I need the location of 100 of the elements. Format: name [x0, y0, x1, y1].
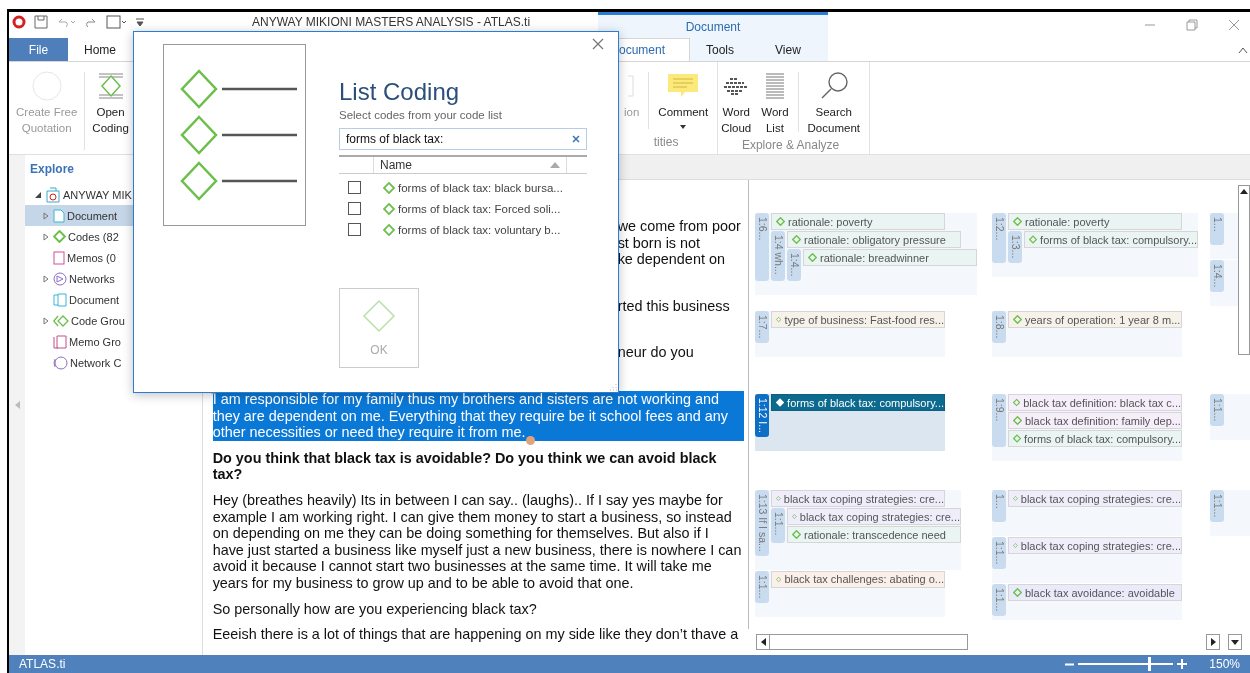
selection-handle[interactable] [525, 435, 535, 445]
code-chip[interactable]: black tax definition: black tax c... [1008, 394, 1182, 411]
code-name[interactable]: forms of black tax: black bursa... [398, 181, 563, 194]
quote-icon [30, 70, 63, 102]
zoom-in-icon[interactable] [1177, 659, 1188, 669]
tree-item-label[interactable]: Networks [69, 272, 115, 285]
code-chip[interactable]: rationale: poverty [1008, 213, 1182, 230]
code-chip[interactable]: forms of black tax: compulsory... [1024, 231, 1198, 248]
close-icon[interactable] [1228, 19, 1240, 31]
code-chip[interactable]: black tax coping strategies: cre... [771, 490, 945, 507]
ribbon-tab[interactable]: View [759, 38, 828, 61]
dialog-subtitle: Select codes from your code list [339, 109, 503, 121]
customize-icon[interactable] [136, 17, 144, 27]
sort-ascending-icon[interactable] [550, 162, 560, 168]
word-cloud-button[interactable]: Word Cloud [718, 68, 755, 136]
comment-button[interactable]: Comment [655, 68, 712, 133]
tree-item-label[interactable]: Code Grou [71, 314, 125, 327]
scroll-down-button[interactable] [1228, 634, 1242, 650]
diamond-icon [362, 299, 396, 333]
code-chip[interactable]: rationale: poverty [771, 213, 945, 230]
tree-item-label[interactable]: ANYWAY MIK [63, 188, 132, 201]
code-icon [383, 181, 395, 194]
ribbon-tab[interactable]: File [9, 38, 68, 61]
memo-group-icon [53, 334, 67, 349]
code-chip[interactable]: black tax avoidance: avoidable [1008, 584, 1182, 601]
collapsed-caret-icon[interactable] [42, 274, 50, 283]
ribbon-group-label: Explore & Analyze [740, 137, 841, 154]
open-coding-button[interactable]: Open Coding [89, 68, 132, 154]
code-group-icon [53, 314, 69, 327]
expanded-caret-icon[interactable] [34, 190, 42, 199]
answer-text: Eeeish there is a lot of things that are happening on my side like they don’t thave a [212, 626, 739, 643]
answer-text: Hey (breathes heavily) Its in between I can say.. (laughs).. If I say yes maybe for example I am working right. I can give them money to start a business, so instead on depending on me they can be doing something for themselves. But also if I have just started a business like myself just a new business, there is nowhere I can avoid it because I cannot start two businesses at the same time. It will take me years for my business to grow up and to be able to avoid that one. [212, 491, 743, 592]
down-arrow-icon[interactable] [1231, 639, 1239, 645]
scroll-right-button[interactable] [1206, 634, 1220, 650]
text-line: ke dependent on [617, 251, 725, 268]
code-chip[interactable]: black tax definition: family dep... [1008, 412, 1182, 429]
resize-grip-icon[interactable] [607, 381, 617, 391]
quotation-tag[interactable]: 1:12 I... [755, 394, 769, 438]
dialog-title: List Coding [339, 78, 461, 106]
checkbox[interactable] [348, 181, 361, 194]
code-chip[interactable]: black tax challenges: abating o... [771, 570, 945, 588]
code-chip[interactable]: black tax coping strategies: cre... [1008, 490, 1182, 507]
explore-heading: Explore [29, 161, 75, 178]
tree-item-label[interactable]: Codes (82 [68, 230, 119, 243]
checkbox[interactable] [348, 223, 361, 236]
code-chip[interactable]: forms of black tax: compulsory... [1008, 430, 1182, 447]
code-name[interactable]: forms of black tax: Forced soli... [398, 202, 561, 215]
text-line: st born is not [617, 234, 701, 251]
search-field[interactable]: forms of black tax: [339, 128, 587, 150]
search-button[interactable]: Search Document [804, 68, 863, 136]
code-chip[interactable]: years of operation: 1 year 8 m... [1008, 311, 1182, 328]
document-group-icon [53, 292, 67, 307]
tree-item-label[interactable]: Document [69, 293, 120, 306]
code-chip[interactable]: black tax coping strategies: cre... [1008, 537, 1182, 554]
code-icon [383, 223, 395, 236]
left-arrow-icon[interactable] [760, 638, 766, 646]
column-header[interactable]: Name [373, 157, 567, 173]
undo-icon[interactable] [56, 16, 76, 28]
code-name[interactable]: forms of black tax: voluntary b... [398, 223, 561, 236]
code-chip[interactable]: rationale: breadwinner [803, 249, 977, 266]
code-chip[interactable]: rationale: obligatory pressure [787, 231, 961, 248]
close-icon[interactable] [592, 38, 604, 50]
ribbon-tab[interactable]: Home [68, 38, 132, 61]
code-chip[interactable]: black tax coping strategies: cre... [787, 508, 961, 525]
collapsed-caret-icon[interactable] [42, 232, 50, 241]
code-icon [1013, 315, 1022, 324]
restore-icon[interactable] [1186, 19, 1198, 31]
question-text: Do you think that black tax is avoidable? Do you think we can avoid black tax? [212, 449, 718, 483]
window-title: ANYWAY MIKIONI MASTERS ANALYSIS - ATLAS.ti [252, 15, 531, 29]
checkbox[interactable] [348, 202, 361, 215]
tree-item-label[interactable]: Network C [70, 356, 122, 369]
collapsed-caret-icon[interactable] [42, 211, 50, 220]
code-chip[interactable]: forms of black tax: compulsory... [771, 394, 945, 411]
code-chip[interactable]: type of business: Fast-food res... [771, 311, 945, 328]
tree-item-label[interactable]: Memos (0 [67, 251, 116, 264]
collapsed-caret-icon[interactable] [42, 316, 50, 325]
save-icon[interactable] [34, 15, 48, 29]
tree-item-label[interactable]: Document [67, 209, 118, 222]
project-icon [45, 186, 61, 203]
window-icon[interactable] [106, 15, 128, 29]
vertical-scrollbar[interactable] [1238, 185, 1250, 355]
zoom-slider-thumb[interactable] [1147, 657, 1151, 671]
scrollbar-thumb[interactable] [770, 634, 968, 650]
code-icon [53, 230, 66, 243]
status-app-name: ATLAS.ti [19, 657, 66, 671]
clear-icon[interactable] [572, 135, 580, 143]
code-chip[interactable]: rationale: transcedence need [787, 526, 961, 543]
network-icon [53, 271, 67, 286]
right-arrow-icon[interactable] [1210, 638, 1216, 646]
ribbon-tab[interactable]: Tools [690, 38, 759, 61]
scroll-up-icon[interactable] [1239, 187, 1249, 195]
word-list-button[interactable]: Word List [758, 68, 792, 136]
scroll-left-button[interactable] [756, 634, 770, 650]
ribbon-group-label: tities [652, 134, 680, 151]
code-icon [383, 202, 395, 215]
answer-text: So personally how are you experiencing black tax? [212, 600, 537, 618]
code-icon [1013, 588, 1022, 597]
tree-item-label[interactable]: Memo Gro [69, 335, 121, 348]
collapse-ribbon-icon[interactable] [1238, 45, 1248, 54]
redo-icon[interactable] [84, 16, 98, 28]
